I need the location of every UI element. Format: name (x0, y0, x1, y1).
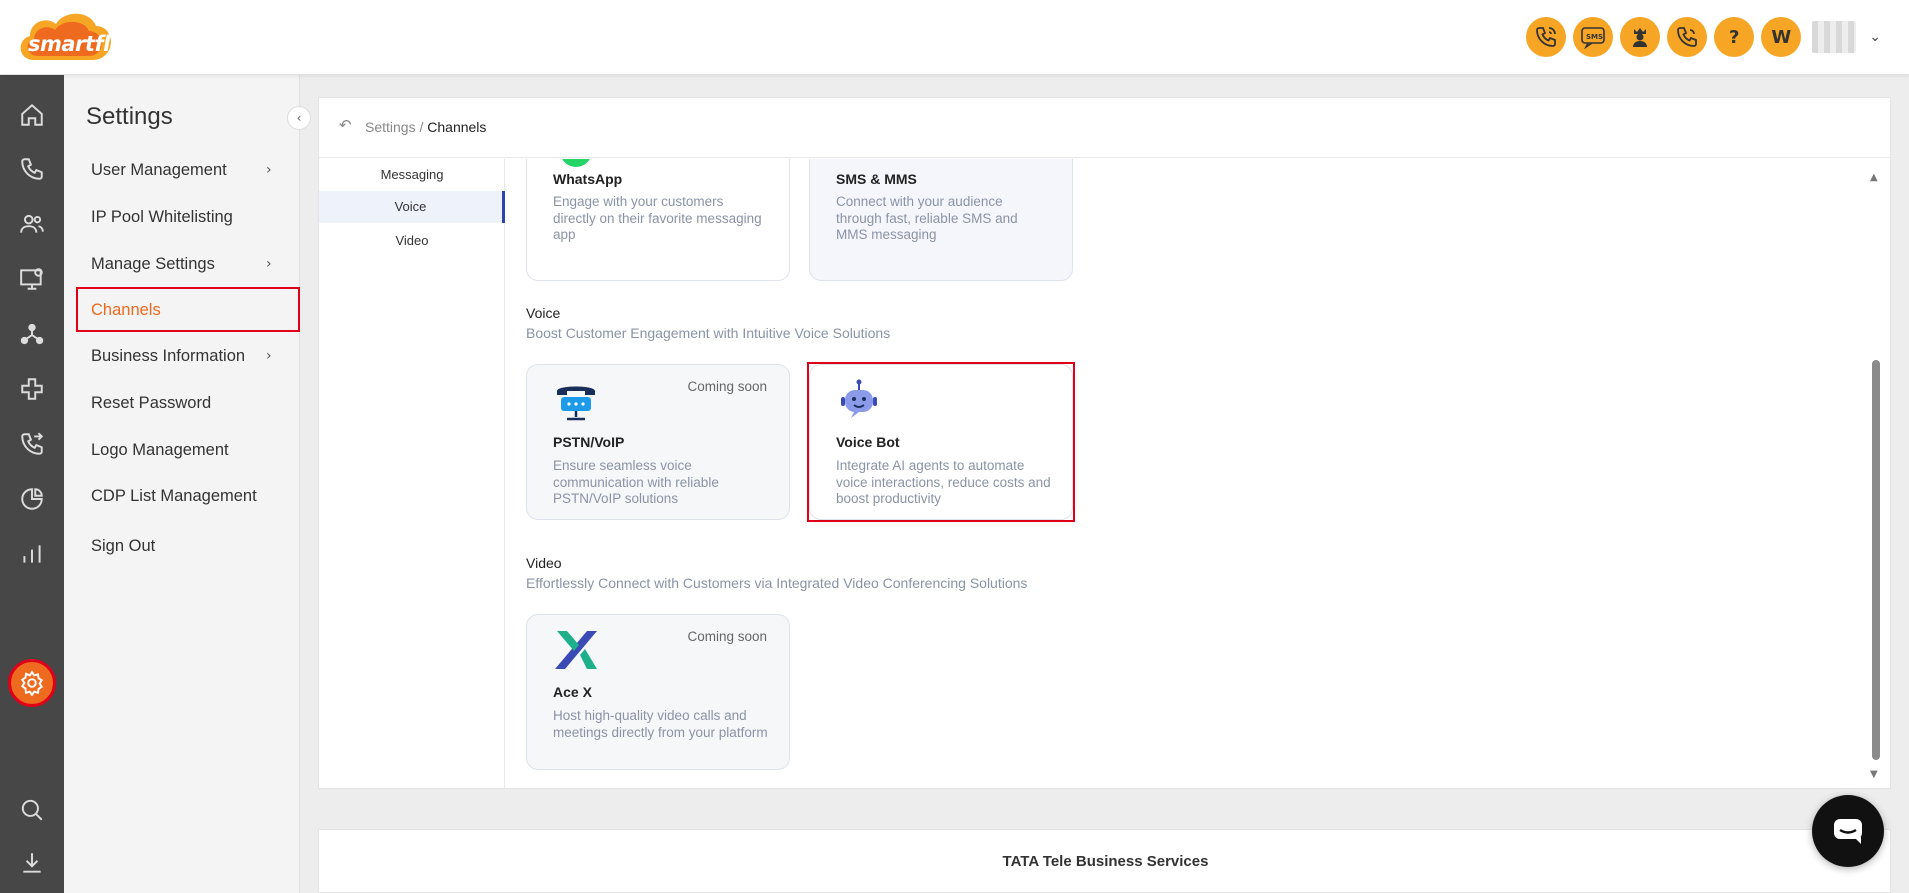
ace-x-icon (553, 627, 599, 673)
channels-content: WhatsApp Engage with your customers dire… (506, 159, 1876, 789)
section-title-video: Video (526, 555, 562, 571)
breadcrumb: ↶ Settings / Channels (319, 98, 1892, 158)
breadcrumb-current: Channels (427, 119, 487, 135)
sidebar-item-user-management[interactable]: User Management (91, 161, 227, 180)
channel-card-pstn-voip[interactable]: Coming soon PSTN/VoIP Ensure seamless vo… (526, 364, 790, 520)
top-bar: smartflo SMS ? W ⌄ (0, 0, 1909, 75)
help-icon[interactable]: ? (1714, 17, 1755, 57)
voice-bot-highlight-box (807, 362, 1075, 522)
card-title: WhatsApp (553, 171, 623, 187)
channel-card-whatsapp[interactable]: WhatsApp Engage with your customers dire… (526, 159, 790, 281)
network-icon[interactable] (14, 316, 50, 352)
top-actions: SMS ? W ⌄ (1526, 17, 1881, 57)
sidebar-item-reset-password[interactable]: Reset Password (91, 394, 211, 413)
pie-chart-icon[interactable] (14, 481, 50, 517)
sms-icon[interactable]: SMS (1573, 17, 1614, 57)
agent-icon[interactable] (1620, 17, 1661, 57)
sidebar-item-manage-settings[interactable]: Manage Settings (91, 255, 215, 274)
sidebar-item-logo-management[interactable]: Logo Management (91, 441, 229, 460)
sms-label: SMS (1586, 33, 1603, 41)
subnav-item-video[interactable]: Video (319, 225, 505, 257)
section-subtitle-video: Effortlessly Connect with Customers via … (526, 575, 1028, 591)
sidebar-title: Settings (86, 103, 173, 130)
avatar[interactable]: W (1761, 17, 1802, 57)
card-description: Engage with your customers directly on t… (553, 194, 762, 242)
main-panel: ↶ Settings / Channels Messaging Voice Vi… (318, 97, 1892, 789)
phone-ring-icon[interactable] (1667, 17, 1708, 57)
card-description: Connect with your audience through fast,… (836, 194, 1018, 242)
home-icon[interactable] (14, 97, 50, 133)
bar-chart-icon[interactable] (14, 536, 50, 572)
footer-text: TATA Tele Business Services (1002, 853, 1209, 870)
scroll-up-icon[interactable]: ▲ (1870, 172, 1878, 183)
section-title-voice: Voice (526, 305, 561, 321)
call-transfer-icon[interactable] (14, 426, 50, 462)
phone-icon[interactable] (14, 151, 50, 187)
smartflo-logo[interactable]: smartflo (14, 8, 124, 68)
sidebar-item-channels[interactable]: Channels (91, 301, 161, 320)
chat-icon (1834, 819, 1862, 844)
vertical-scrollbar[interactable]: ▲ ▼ (1870, 172, 1882, 780)
chevron-right-icon: › (266, 348, 272, 364)
card-title: Ace X (553, 684, 592, 700)
card-description: Host high-quality video calls and meetin… (553, 708, 768, 740)
channel-card-ace-x[interactable]: Coming soon Ace X Host high-quality vide… (526, 614, 790, 770)
telephone-icon (553, 377, 599, 423)
logo-text: smartflo (28, 32, 124, 56)
sidebar-item-business-information[interactable]: Business Information (91, 347, 245, 366)
footer: TATA Tele Business Services (318, 829, 1891, 893)
download-icon[interactable] (14, 845, 50, 881)
channel-subnav: Messaging Voice Video (319, 159, 505, 789)
channel-card-sms-mms[interactable]: SMS & MMS Connect with your audience thr… (809, 159, 1073, 281)
integration-icon[interactable] (14, 371, 50, 407)
coming-soon-badge: Coming soon (687, 379, 767, 394)
monitor-settings-icon[interactable] (14, 261, 50, 297)
back-icon[interactable]: ↶ (339, 116, 352, 134)
section-subtitle-voice: Boost Customer Engagement with Intuitive… (526, 325, 891, 341)
subnav-item-messaging[interactable]: Messaging (319, 159, 505, 191)
card-title: SMS & MMS (836, 171, 917, 187)
chevron-right-icon: › (266, 162, 272, 178)
card-description: Ensure seamless voice communication with… (553, 458, 719, 506)
card-title: PSTN/VoIP (553, 434, 625, 450)
scrollbar-thumb[interactable] (1872, 360, 1880, 760)
coming-soon-badge: Coming soon (687, 629, 767, 644)
user-name-blurred[interactable] (1812, 21, 1857, 53)
left-rail (0, 75, 64, 893)
users-icon[interactable] (14, 206, 50, 242)
sidebar-item-ip-pool-whitelisting[interactable]: IP Pool Whitelisting (91, 208, 233, 227)
chevron-right-icon: › (266, 256, 272, 272)
chevron-down-icon[interactable]: ⌄ (1869, 29, 1881, 45)
breadcrumb-separator: / (419, 119, 424, 135)
phone-call-icon[interactable] (1526, 17, 1567, 57)
settings-icon[interactable] (8, 659, 56, 707)
scroll-down-icon[interactable]: ▼ (1870, 769, 1878, 780)
settings-sidebar: Settings User Management › IP Pool White… (64, 75, 300, 893)
avatar-initial: W (1771, 26, 1792, 48)
help-label: ? (1729, 26, 1740, 48)
collapse-sidebar-button[interactable]: ‹ (287, 106, 311, 130)
sidebar-item-sign-out[interactable]: Sign Out (91, 537, 155, 556)
subnav-item-voice[interactable]: Voice (319, 191, 505, 223)
chat-support-button[interactable] (1812, 795, 1884, 867)
sidebar-item-cdp-list-management[interactable]: CDP List Management (91, 487, 257, 506)
search-icon[interactable] (14, 792, 50, 828)
breadcrumb-parent[interactable]: Settings (365, 119, 416, 135)
